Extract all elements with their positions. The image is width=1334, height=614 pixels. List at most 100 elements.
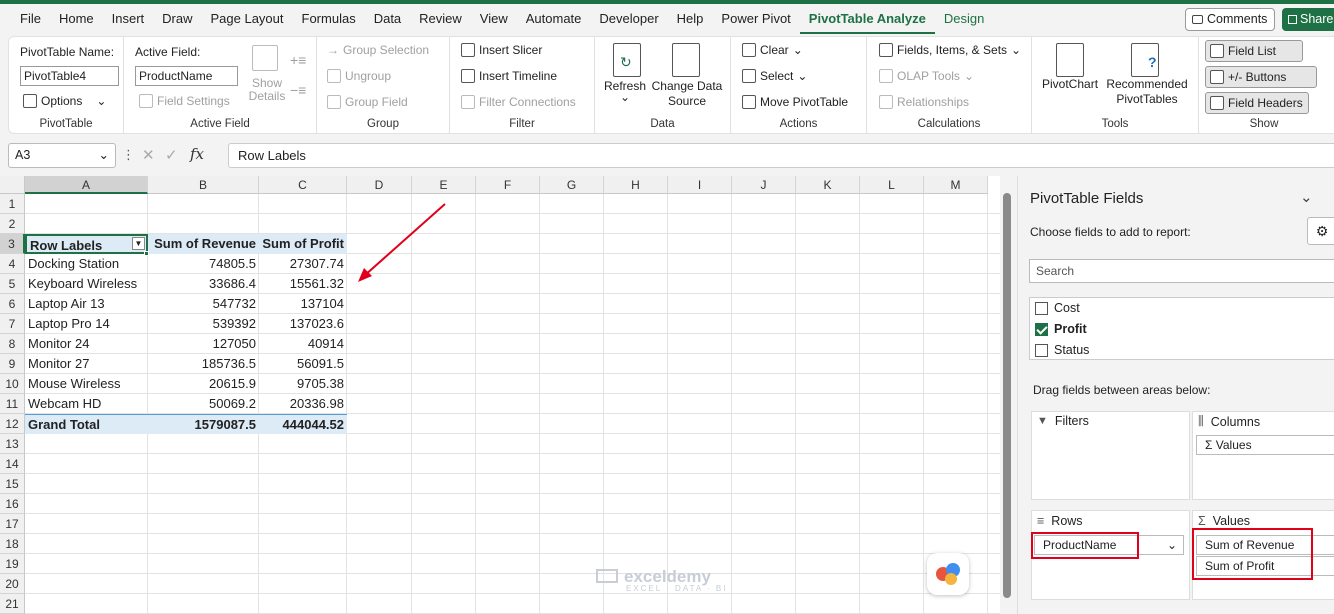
value-cell[interactable]: 185736.5 [148,354,259,374]
value-cell[interactable]: 127050 [148,334,259,354]
field-item-profit[interactable]: Profit [1035,322,1087,336]
worksheet-grid[interactable]: ABCDEFGHIJKLM 1 2 3 4 5 6 7 8 9 10 11 12 13 14 15 16 17 1… [0,176,1000,614]
refresh-button[interactable]: Refresh ⌄ [604,79,646,103]
row-header-2[interactable]: 2 [0,214,25,234]
buttons-toggle[interactable]: +/- Buttons [1205,66,1317,88]
tab-insert[interactable]: Insert [103,4,154,34]
chevron-down-icon[interactable]: ⌄ [1167,536,1177,554]
pivottable-name-input[interactable]: PivotTable4 [20,66,119,86]
cancel-icon[interactable]: ✕ [142,146,155,164]
row-header-20[interactable]: 20 [0,574,25,594]
grand-total-cell[interactable]: 444044.52 [259,414,347,434]
tab-power-pivot[interactable]: Power Pivot [712,4,799,34]
field-item-status[interactable]: Status [1035,343,1089,357]
row-label-cell[interactable]: Docking Station [25,254,148,274]
insert-slicer-button[interactable]: Insert Slicer [461,43,542,57]
pivot-header-cell[interactable]: Sum of Revenue [148,234,259,254]
relationships-button[interactable]: Relationships [879,95,969,109]
column-header-H[interactable]: H [604,176,668,194]
row-label-cell[interactable]: Monitor 24 [25,334,148,354]
value-cell[interactable]: 27307.74 [259,254,347,274]
column-header-B[interactable]: B [148,176,259,194]
row-header-18[interactable]: 18 [0,534,25,554]
column-header-C[interactable]: C [259,176,347,194]
row-label-cell[interactable]: Mouse Wireless [25,374,148,394]
olap-tools-button[interactable]: OLAP Tools ⌄ [879,69,974,83]
value-cell[interactable]: 15561.32 [259,274,347,294]
fill-handle[interactable] [144,251,149,256]
column-header-A[interactable]: A [25,176,148,194]
value-cell[interactable]: 50069.2 [148,394,259,414]
recommended-pivottables-button[interactable]: Recommended PivotTables [1104,77,1190,107]
value-cell[interactable]: 9705.38 [259,374,347,394]
tab-view[interactable]: View [471,4,517,34]
row-header-16[interactable]: 16 [0,494,25,514]
value-cell[interactable]: 137104 [259,294,347,314]
row-header-11[interactable]: 11 [0,394,25,414]
row-header-19[interactable]: 19 [0,554,25,574]
show-details-button[interactable]: Show Details [246,77,288,103]
row-label-cell[interactable]: Laptop Pro 14 [25,314,148,334]
row-header-4[interactable]: 4 [0,254,25,274]
options-button[interactable]: Options ⌄ [23,94,106,108]
column-header-M[interactable]: M [924,176,988,194]
share-button[interactable]: Share [1282,8,1334,31]
move-pivottable-button[interactable]: Move PivotTable [742,95,848,109]
column-header-K[interactable]: K [796,176,860,194]
expand-field-icon[interactable]: +≡ [290,52,306,68]
value-cell[interactable]: 40914 [259,334,347,354]
row-label-cell[interactable]: Monitor 27 [25,354,148,374]
tab-pivottable-analyze[interactable]: PivotTable Analyze [799,4,935,34]
row-header-14[interactable]: 14 [0,454,25,474]
value-cell[interactable]: 20336.98 [259,394,347,414]
active-field-input[interactable]: ProductName [135,66,238,86]
field-search-input[interactable]: Search [1029,259,1334,283]
tab-home[interactable]: Home [50,4,103,34]
field-checkbox-cost[interactable] [1035,301,1048,315]
formula-bar-more-icon[interactable]: ⋮ [122,147,135,163]
row-header-6[interactable]: 6 [0,294,25,314]
ungroup-button[interactable]: Ungroup [327,69,391,83]
filter-dropdown-icon[interactable]: ▼ [132,237,145,250]
row-header-17[interactable]: 17 [0,514,25,534]
grand-total-cell[interactable]: Grand Total [25,414,148,434]
pane-settings-button[interactable]: ⚙ [1307,217,1334,245]
field-headers-toggle[interactable]: Field Headers [1205,92,1309,114]
collapse-field-icon[interactable]: −≡ [290,82,306,98]
group-selection-button[interactable]: → Group Selection [327,43,429,57]
filter-connections-button[interactable]: Filter Connections [461,95,576,109]
row-header-1[interactable]: 1 [0,194,25,214]
value-cell[interactable]: 56091.5 [259,354,347,374]
fields-items-sets-button[interactable]: Fields, Items, & Sets ⌄ [879,43,1021,57]
tab-review[interactable]: Review [410,4,471,34]
row-header-8[interactable]: 8 [0,334,25,354]
select-button[interactable]: Select ⌄ [742,69,807,83]
pivotchart-button[interactable]: PivotChart [1042,77,1098,91]
row-header-5[interactable]: 5 [0,274,25,294]
scrollbar-thumb[interactable] [1003,193,1011,598]
value-cell[interactable]: 547732 [148,294,259,314]
clear-button[interactable]: Clear ⌄ [742,43,803,57]
tab-design[interactable]: Design [935,4,993,34]
copilot-button[interactable] [927,553,969,595]
column-header-L[interactable]: L [860,176,924,194]
name-box[interactable]: A3 ⌄ [8,143,116,168]
row-header-3[interactable]: 3 [0,234,25,254]
tab-automate[interactable]: Automate [517,4,591,34]
formula-input[interactable]: Row Labels [228,143,1334,168]
row-header-21[interactable]: 21 [0,594,25,614]
change-data-source-button[interactable]: Change Data Source [651,79,723,109]
value-cell[interactable]: 137023.6 [259,314,347,334]
enter-icon[interactable]: ✓ [165,146,178,164]
field-list-toggle[interactable]: Field List [1205,40,1303,62]
tab-help[interactable]: Help [668,4,713,34]
row-label-cell[interactable]: Laptop Air 13 [25,294,148,314]
grand-total-cell[interactable]: 1579087.5 [148,414,259,434]
field-item-cost[interactable]: Cost [1035,301,1080,315]
column-header-D[interactable]: D [347,176,412,194]
pivot-header-cell[interactable]: Sum of Profit [259,234,347,254]
insert-timeline-button[interactable]: Insert Timeline [461,69,557,83]
columns-values-item[interactable]: Σ Values [1196,435,1334,455]
column-header-F[interactable]: F [476,176,540,194]
row-header-12[interactable]: 12 [0,414,25,434]
